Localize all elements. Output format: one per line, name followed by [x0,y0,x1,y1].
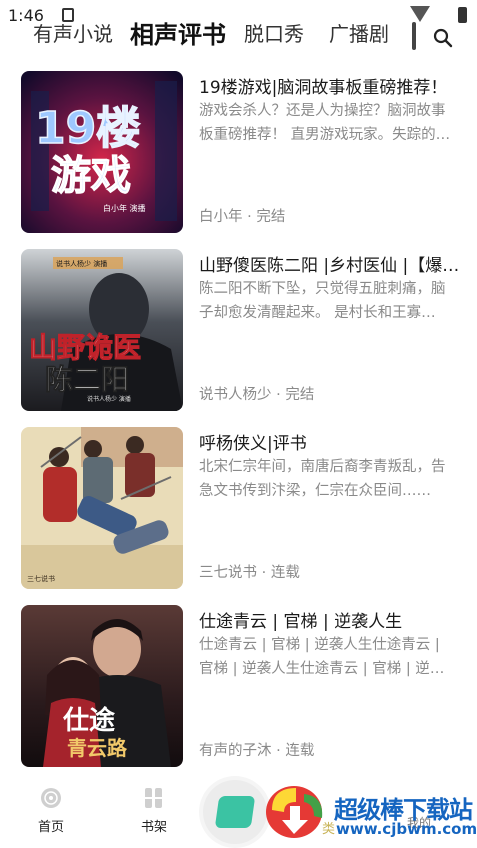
book-meta: 说书人杨少 · 完结 [199,387,315,403]
book-item[interactable]: 19楼 游戏 白小年 演播 19楼游戏|脑洞故事板重磅推荐！ 游戏会杀人？还是人… [0,60,477,233]
cover-title-2: 陈二阳 [45,363,129,396]
cover-image: 说书人杨少 演播 山野诡医 陈二阳 说书人杨少 演播 [21,249,183,411]
cover-title-1: 仕途 [62,705,116,736]
watermark-url: www.cjbwm.com [336,820,477,838]
tab-radio-drama[interactable]: 广播剧 [329,18,389,47]
book-item[interactable]: 仕途 青云路 仕途青云 | 官梯 | 逆袭人生 仕途青云 | 官梯 | 逆袭人生… [0,594,477,767]
cover-top-credit: 说书人杨少 演播 [56,259,107,268]
watermark-logo-icon [266,786,323,838]
book-description: 仕途青云 | 官梯 | 逆袭人生仕途青云 | 官梯 | 逆袭人生仕途青云 | 官… [199,637,445,677]
bookshelf-icon [145,788,162,808]
nav-bookshelf-label: 书架 [140,820,167,835]
cover-title-1: 19楼 [35,103,140,154]
book-item[interactable]: 三七说书 呼杨侠义|评书 北宋仁宗年间，南唐后裔李青叛乱，告急文书传到汴梁，仁宗… [0,416,477,589]
book-title[interactable]: 仕途青云 | 官梯 | 逆袭人生 [199,607,461,632]
nav-home[interactable]: 首页 [21,786,81,835]
cover-title-2: 青云路 [67,736,128,760]
cover-image: 19楼 游戏 白小年 演播 [21,71,183,233]
book-cover[interactable]: 仕途 青云路 [21,605,183,767]
cover-credit: 白小年 演播 [103,203,146,213]
cover-credit: 三七说书 [27,574,55,583]
watermark: 超级棒下载站 www.cjbwm.com [264,778,477,840]
category-tabs: 有声小说 相声评书 脱口秀 广播剧 [0,12,477,52]
tab-talk-show[interactable]: 脱口秀 [244,18,304,47]
book-cover[interactable]: 说书人杨少 演播 山野诡医 陈二阳 说书人杨少 演播 [21,249,183,411]
nav-bookshelf[interactable]: 书架 [124,786,184,835]
book-meta: 三七说书 · 连载 [199,565,300,581]
book-description: 陈二阳不断下坠，只觉得五脏刺痛，脑子却愈发清醒起来。 是村长和王寡妇…… [199,281,446,321]
tab-crosstalk-storytelling[interactable]: 相声评书 [130,15,226,50]
book-cover[interactable]: 19楼 游戏 白小年 演播 [21,71,183,233]
book-title[interactable]: 19楼游戏|脑洞故事板重磅推荐！ [199,73,461,98]
book-meta: 有声的子沐 · 连载 [199,743,315,759]
book-meta: 白小年 · 完结 [199,209,286,225]
nav-home-label: 首页 [37,820,64,835]
cover-title-1: 山野诡医 [29,331,141,364]
book-cover[interactable]: 三七说书 [21,427,183,589]
cover-image: 仕途 青云路 [21,605,183,767]
book-description: 游戏会杀人？还是人为操控？脑洞故事板重磅推荐！ 直男游戏玩家。失踪的女友…… [199,103,451,143]
cover-title-2: 游戏 [51,153,131,199]
player-button[interactable] [203,780,267,844]
home-disc-icon [41,788,61,808]
book-item[interactable]: 说书人杨少 演播 山野诡医 陈二阳 说书人杨少 演播 山野傻医陈二阳 |乡村医仙… [0,238,477,411]
book-title[interactable]: 山野傻医陈二阳 |乡村医仙 |【爆笑】 [199,251,461,276]
more-icon[interactable] [412,22,416,50]
player-icon [214,796,256,828]
cover-credit: 说书人杨少 演播 [87,395,131,403]
search-icon[interactable] [433,28,453,48]
cover-image: 三七说书 [21,427,183,589]
tab-audio-novel[interactable]: 有声小说 [33,18,113,47]
book-description: 北宋仁宗年间，南唐后裔李青叛乱，告急文书传到汴梁，仁宗在众臣间…… [199,459,446,499]
book-title[interactable]: 呼杨侠义|评书 [199,429,461,454]
